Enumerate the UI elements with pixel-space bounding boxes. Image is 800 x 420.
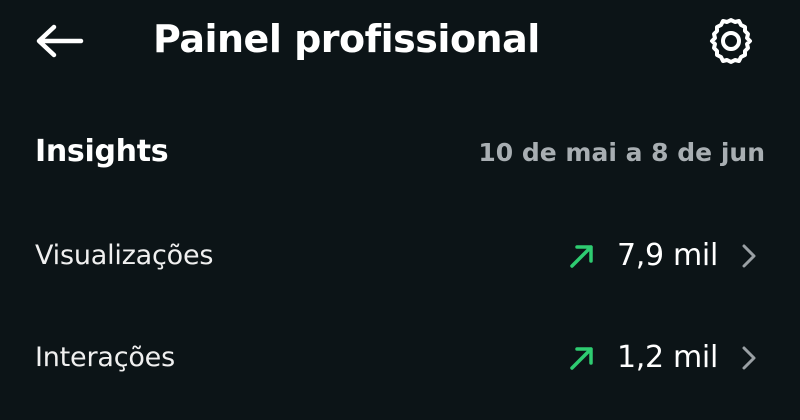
chevron-right-icon	[738, 343, 760, 373]
row-value: 1,2 mil	[616, 340, 718, 375]
row-metric: 7,9 mil	[567, 234, 760, 278]
row-label: Interações	[35, 342, 175, 373]
trend-up-arrow-icon	[567, 343, 597, 373]
insights-header: Insights 10 de mai a 8 de jun	[35, 128, 765, 178]
page-title: Painel profissional	[153, 17, 540, 61]
trend-up-arrow-icon	[567, 241, 597, 271]
insights-row-interactions[interactable]: Interações 1,2 mil	[0, 318, 800, 398]
insights-row-views[interactable]: Visualizações 7,9 mil	[0, 216, 800, 296]
row-label: Visualizações	[35, 240, 214, 271]
arrow-left-icon	[36, 24, 84, 58]
row-value: 7,9 mil	[616, 238, 718, 273]
top-bar: Painel profissional	[0, 0, 800, 84]
insights-title: Insights	[35, 134, 169, 169]
row-metric: 1,2 mil	[567, 336, 760, 380]
back-button[interactable]	[30, 18, 88, 64]
chevron-right-icon	[738, 241, 760, 271]
settings-button[interactable]	[702, 13, 760, 69]
date-range: 10 de mai a 8 de jun	[478, 138, 765, 167]
gear-icon	[710, 18, 752, 64]
